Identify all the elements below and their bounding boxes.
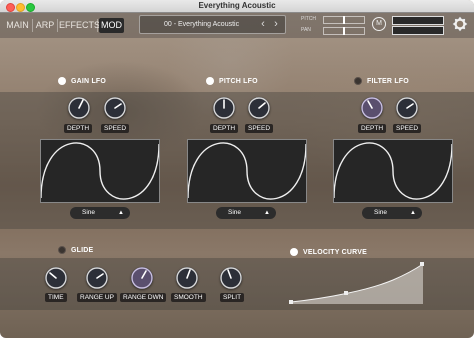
curve-end-handle[interactable] (420, 262, 424, 266)
updown-chevron-icon: ▲︎ (410, 210, 416, 216)
slider-handle[interactable] (343, 27, 345, 35)
glide-time-label: TIME (45, 293, 67, 302)
pitch-lfo-toggle[interactable] (206, 77, 214, 85)
filter-lfo-toggle[interactable] (354, 77, 362, 85)
pitch-lfo-shape-select[interactable]: Sine ▲︎ (216, 207, 276, 219)
velocity-curve-editor[interactable] (289, 262, 427, 306)
gain-lfo-title: GAIN LFO (71, 78, 107, 85)
tab-arp[interactable]: ARP (34, 18, 56, 33)
glide-range-down-label: RANGE DWN (120, 293, 167, 302)
filter-lfo-speed-label: SPEED (393, 124, 422, 133)
curve-mid-handle[interactable] (344, 291, 348, 295)
filter-lfo-depth-knob[interactable] (361, 97, 383, 119)
tab-mod[interactable]: MOD (99, 18, 124, 33)
tab-main[interactable]: MAIN (4, 18, 31, 33)
tab-separator (97, 19, 98, 32)
chevron-right-icon[interactable]: › (270, 18, 282, 30)
pitch-lfo-title: PITCH LFO (219, 78, 258, 85)
gain-lfo-toggle[interactable] (58, 77, 66, 85)
pitch-lfo-depth-label: DEPTH (210, 124, 239, 133)
filter-lfo-depth-label: DEPTH (358, 124, 387, 133)
updown-chevron-icon: ▲︎ (264, 210, 270, 216)
pitch-lfo-speed-knob[interactable] (248, 97, 270, 119)
filter-lfo-shape-select[interactable]: Sine ▲︎ (362, 207, 422, 219)
pitch-lfo-waveform-display (187, 139, 307, 203)
glide-range-up-knob[interactable] (86, 267, 108, 289)
level-meter-left (392, 16, 444, 25)
velocity-curve-toggle[interactable] (290, 248, 298, 256)
glide-split-label: SPLIT (220, 293, 245, 302)
pitch-lfo-speed-label: SPEED (245, 124, 274, 133)
velocity-curve-title: VELOCITY CURVE (303, 249, 367, 256)
gear-icon[interactable] (452, 16, 468, 32)
pitch-lfo-depth-knob[interactable] (213, 97, 235, 119)
filter-lfo-speed-knob[interactable] (396, 97, 418, 119)
gain-lfo-shape-value: Sine (82, 209, 96, 216)
plugin-window: Everything Acoustic MAIN ARP EFFECTS MOD… (0, 0, 474, 338)
gain-lfo-depth-label: DEPTH (64, 124, 93, 133)
tab-separator (32, 19, 33, 32)
glide-range-down-knob[interactable] (131, 267, 153, 289)
pitch-slider[interactable] (323, 16, 365, 24)
pan-slider[interactable] (323, 27, 365, 35)
slider-handle[interactable] (343, 16, 345, 24)
glide-range-up-label: RANGE UP (77, 293, 117, 302)
tab-effects[interactable]: EFFECTS (59, 18, 100, 33)
window-title: Everything Acoustic (198, 1, 276, 10)
glide-split-knob[interactable] (220, 267, 242, 289)
glide-toggle[interactable] (58, 246, 66, 254)
level-meter-right (392, 26, 444, 35)
filter-lfo-waveform-display (333, 139, 453, 203)
preset-selector[interactable]: 00 - Everything Acoustic ‹ › (139, 15, 286, 34)
filter-lfo-title: FILTER LFO (367, 78, 409, 85)
tab-separator (57, 19, 58, 32)
updown-chevron-icon: ▲︎ (118, 210, 124, 216)
gain-lfo-speed-knob[interactable] (104, 97, 126, 119)
chevron-left-icon[interactable]: ‹ (257, 18, 269, 30)
monitor-button[interactable]: M (372, 17, 386, 31)
gain-lfo-depth-knob[interactable] (68, 97, 90, 119)
glide-smooth-knob[interactable] (176, 267, 198, 289)
glide-smooth-label: SMOOTH (171, 293, 206, 302)
gain-lfo-speed-label: SPEED (101, 124, 130, 133)
pitch-label: PITCH (301, 16, 316, 22)
glide-title: GLIDE (71, 247, 94, 254)
preset-name: 00 - Everything Acoustic (164, 21, 240, 28)
curve-start-handle[interactable] (289, 300, 293, 304)
gain-lfo-waveform-display (40, 139, 160, 203)
pan-label: PAN (301, 27, 311, 33)
pitch-lfo-shape-value: Sine (228, 209, 242, 216)
filter-lfo-shape-value: Sine (374, 209, 388, 216)
glide-time-knob[interactable] (45, 267, 67, 289)
gain-lfo-shape-select[interactable]: Sine ▲︎ (70, 207, 130, 219)
